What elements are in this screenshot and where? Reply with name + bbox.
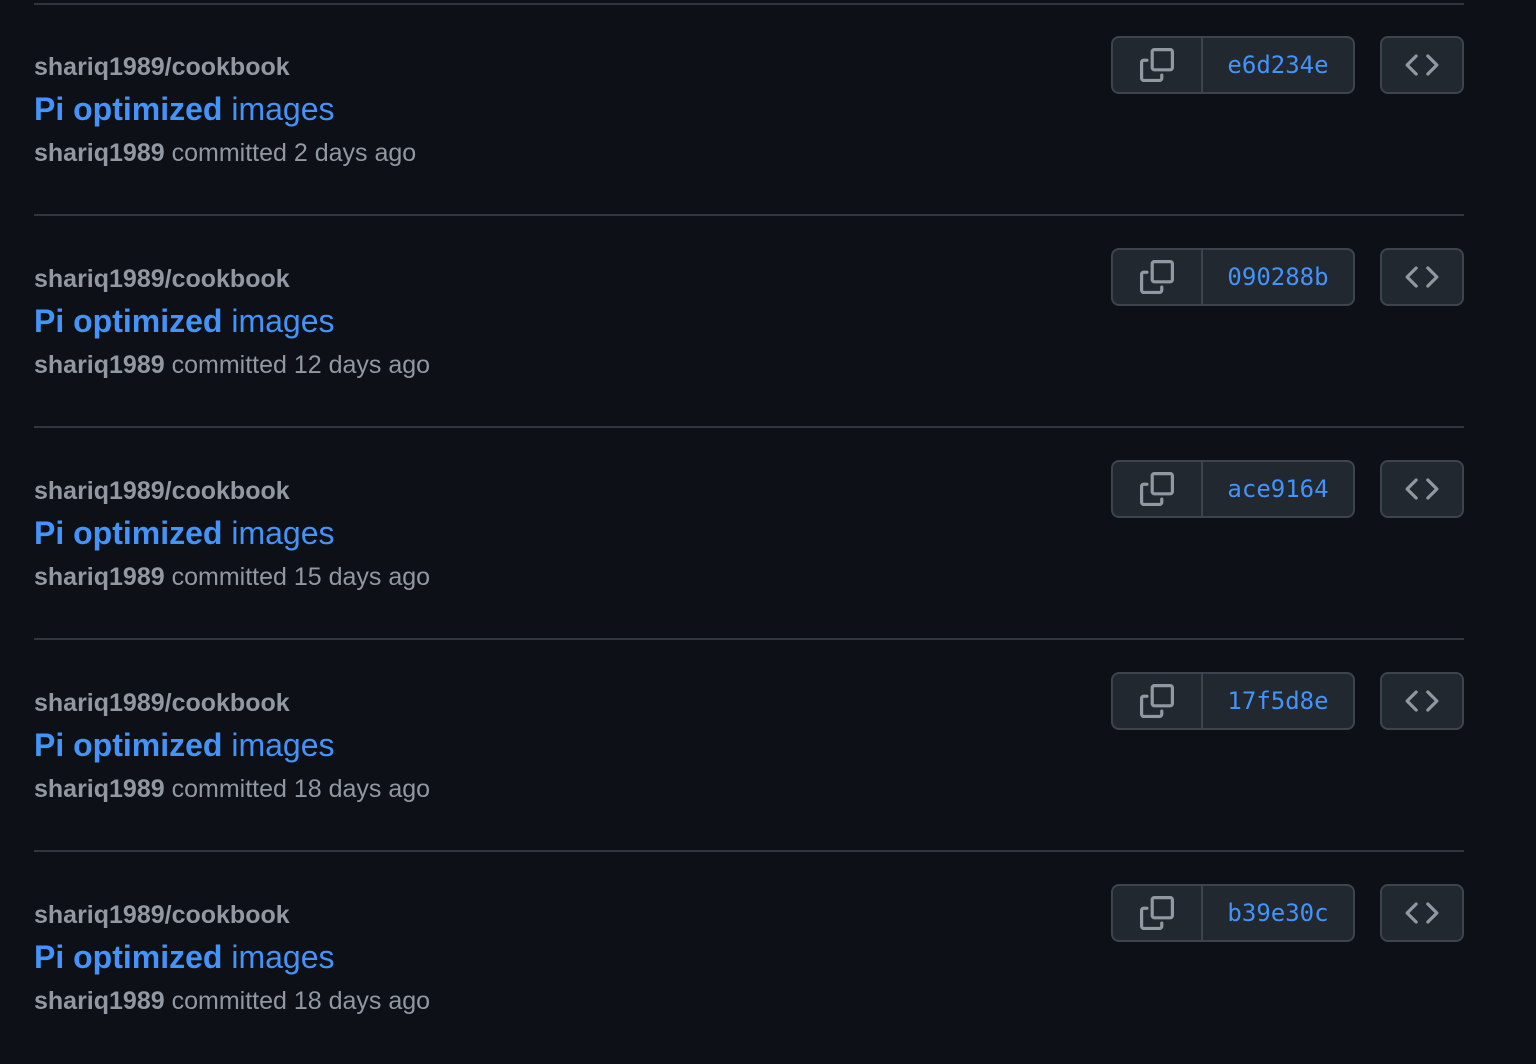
commit-message-bold: Pi optimized	[34, 91, 223, 127]
commit-item: shariq1989/cookbook Pi optimized images …	[34, 852, 1464, 1064]
sha-button-group: b39e30c	[1111, 884, 1355, 942]
commit-item: shariq1989/cookbook Pi optimized images …	[34, 428, 1464, 640]
repo-link[interactable]: shariq1989/cookbook	[34, 686, 290, 720]
committed-time: committed 12 days ago	[164, 351, 431, 379]
author-link[interactable]: shariq1989	[34, 351, 165, 379]
sha-link[interactable]: 17f5d8e	[1203, 674, 1353, 728]
repo-link[interactable]: shariq1989/cookbook	[34, 262, 290, 296]
committed-time: committed 15 days ago	[164, 563, 431, 591]
commit-message-bold: Pi optimized	[34, 303, 223, 339]
copy-sha-button[interactable]	[1113, 250, 1203, 304]
committed-time: committed 18 days ago	[164, 987, 431, 1015]
commit-meta: shariq1989 committed 18 days ago	[34, 984, 430, 1018]
browse-repo-button[interactable]	[1380, 36, 1464, 94]
copy-sha-button[interactable]	[1113, 674, 1203, 728]
browse-repo-button[interactable]	[1380, 248, 1464, 306]
commit-message-rest: images	[222, 91, 335, 127]
commit-message-link[interactable]: Pi optimized images	[34, 512, 335, 554]
code-icon	[1405, 902, 1439, 924]
commit-message-link[interactable]: Pi optimized images	[34, 88, 335, 130]
copy-icon	[1140, 48, 1174, 82]
commit-message-bold: Pi optimized	[34, 939, 223, 975]
copy-icon	[1140, 896, 1174, 930]
code-icon	[1405, 266, 1439, 288]
commit-message-link[interactable]: Pi optimized images	[34, 300, 335, 342]
commit-item: shariq1989/cookbook Pi optimized images …	[34, 4, 1464, 216]
sha-button-group: 090288b	[1111, 248, 1355, 306]
copy-icon	[1140, 472, 1174, 506]
sha-link[interactable]: b39e30c	[1203, 886, 1353, 940]
commit-meta: shariq1989 committed 18 days ago	[34, 772, 430, 806]
author-link[interactable]: shariq1989	[34, 563, 165, 591]
committed-time: committed 2 days ago	[164, 139, 417, 167]
commit-message-link[interactable]: Pi optimized images	[34, 724, 335, 766]
author-link[interactable]: shariq1989	[34, 139, 165, 167]
committed-time: committed 18 days ago	[164, 775, 431, 803]
commit-message-bold: Pi optimized	[34, 727, 223, 763]
commit-message-rest: images	[222, 515, 335, 551]
commit-item: shariq1989/cookbook Pi optimized images …	[34, 640, 1464, 852]
commit-message-rest: images	[222, 939, 335, 975]
copy-sha-button[interactable]	[1113, 38, 1203, 92]
copy-sha-button[interactable]	[1113, 462, 1203, 516]
commit-message-link[interactable]: Pi optimized images	[34, 936, 335, 978]
commit-meta: shariq1989 committed 2 days ago	[34, 136, 416, 170]
commit-meta: shariq1989 committed 15 days ago	[34, 560, 430, 594]
sha-button-group: e6d234e	[1111, 36, 1355, 94]
copy-sha-button[interactable]	[1113, 886, 1203, 940]
sha-button-group: 17f5d8e	[1111, 672, 1355, 730]
sha-link[interactable]: 090288b	[1203, 250, 1353, 304]
commit-meta: shariq1989 committed 12 days ago	[34, 348, 430, 382]
commit-message-rest: images	[222, 303, 335, 339]
repo-link[interactable]: shariq1989/cookbook	[34, 898, 290, 932]
browse-repo-button[interactable]	[1380, 672, 1464, 730]
sha-link[interactable]: e6d234e	[1203, 38, 1353, 92]
sha-link[interactable]: ace9164	[1203, 462, 1353, 516]
author-link[interactable]: shariq1989	[34, 775, 165, 803]
browse-repo-button[interactable]	[1380, 460, 1464, 518]
copy-icon	[1140, 684, 1174, 718]
repo-link[interactable]: shariq1989/cookbook	[34, 50, 290, 84]
sha-button-group: ace9164	[1111, 460, 1355, 518]
code-icon	[1405, 690, 1439, 712]
code-icon	[1405, 478, 1439, 500]
copy-icon	[1140, 260, 1174, 294]
commit-item: shariq1989/cookbook Pi optimized images …	[34, 216, 1464, 428]
code-icon	[1405, 54, 1439, 76]
author-link[interactable]: shariq1989	[34, 987, 165, 1015]
commit-message-rest: images	[222, 727, 335, 763]
commit-message-bold: Pi optimized	[34, 515, 223, 551]
repo-link[interactable]: shariq1989/cookbook	[34, 474, 290, 508]
browse-repo-button[interactable]	[1380, 884, 1464, 942]
